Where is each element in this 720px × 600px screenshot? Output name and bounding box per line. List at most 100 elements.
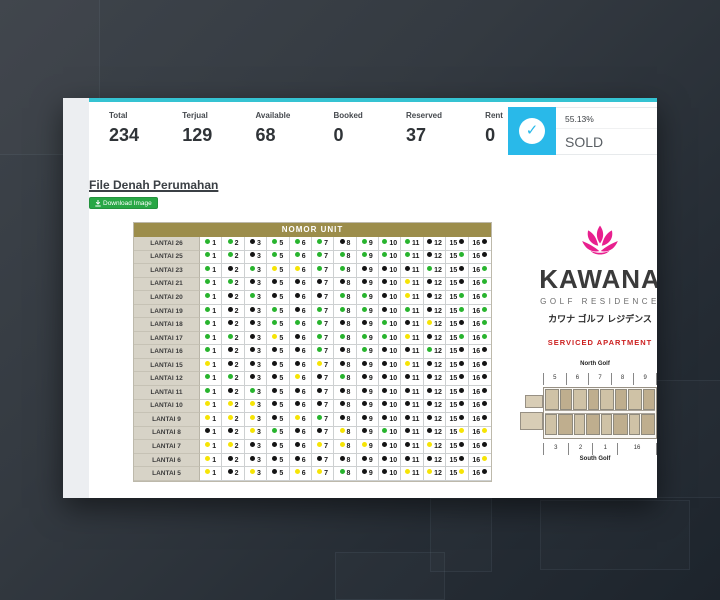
status-dot-available [361,292,367,298]
status-dot-terjual-sold [361,320,367,326]
status-dot-terjual-sold [361,387,367,393]
unit-number: 2 [234,348,239,356]
floor-row: LANTAI 6 1 2 3 5 6 7 8 9 10 11 12 15 16 [134,453,491,468]
unit-number: 3 [257,253,261,261]
unit-number: 10 [389,388,398,396]
status-dot-reserved [339,441,345,447]
status-dot-terjual-sold [250,455,255,461]
unit-cell: 5 [267,304,290,319]
status-dot-reserved [294,374,300,380]
unit-cell: 10 [379,304,402,319]
status-dot-terjual-sold [272,401,278,407]
unit-number: 11 [411,470,420,478]
status-dot-terjual-sold [317,428,323,434]
status-dot-terjual-sold [482,441,488,447]
status-dot-terjual-sold [250,279,255,285]
status-dot-terjual-sold [250,252,255,258]
status-dot-reserved [339,428,345,434]
status-dot-terjual-sold [294,428,300,434]
floor-label: LANTAI 5 [134,467,200,481]
status-dot-terjual-sold [250,347,255,353]
status-dot-terjual-sold [427,306,433,312]
status-dot-terjual-sold [459,320,465,326]
unit-cell: 10 [379,372,402,387]
unit-number: 10 [389,402,398,410]
unit-cell: 16 [468,386,491,400]
unit-cell: 8 [334,277,357,292]
unit-cell: 11 [401,277,424,292]
status-dot-reserved [404,333,410,339]
unit-cell: 10 [379,413,402,427]
unit-cell: 12 [423,386,447,400]
plan-top-numbers: 56789 [543,373,657,385]
unit-cell: 12 [423,304,447,319]
unit-number: 6 [301,334,306,342]
stat-booked: Booked 0 [333,111,362,146]
status-dot-available [459,292,465,298]
unit-number: 11 [411,239,420,247]
status-dot-terjual-sold [361,401,367,407]
unit-number: 6 [301,307,306,315]
unit-number: 6 [301,429,306,437]
status-dot-terjual-sold [382,292,388,298]
unit-number: 12 [434,321,442,329]
unit-cell: 9 [356,358,380,373]
status-dot-available [205,292,211,298]
unit-number: 8 [346,293,351,301]
unit-number: 8 [346,388,351,396]
status-dot-available [227,333,233,339]
unit-cell: 2 [222,291,245,305]
floorplan-room [600,389,614,410]
unit-cell: 9 [356,372,380,387]
unit-number: 6 [301,321,306,329]
status-dot-terjual-sold [404,455,410,461]
unit-number: 8 [346,402,351,410]
unit-cell: 3 [244,304,268,319]
unit-cell: 11 [401,453,424,468]
download-image-button[interactable]: Download Image [89,197,158,209]
status-dot-terjual-sold [382,469,388,475]
unit-number: 8 [346,239,351,247]
page-left-gutter [63,98,89,498]
unit-number: 12 [434,293,442,301]
unit-cell: 7 [311,358,335,373]
status-dot-available [294,238,300,244]
unit-cell: 8 [334,264,357,278]
unit-number: 10 [389,334,398,342]
unit-cell: 15 [446,358,469,373]
floor-label: LANTAI 17 [134,331,200,346]
unit-number: 16 [472,415,481,423]
stat-value: 0 [333,125,344,145]
plan-south-label: South Golf [579,456,611,462]
unit-number: 10 [389,239,398,247]
status-dot-available [205,265,211,271]
status-dot-terjual-sold [227,455,233,461]
unit-number: 10 [389,280,398,288]
floor-row: LANTAI 16 1 2 3 5 6 7 8 9 10 11 12 15 16 [134,345,491,359]
download-icon [95,199,101,207]
status-dot-available [482,292,488,298]
unit-cell: 11 [401,331,424,346]
status-dot-reserved [404,360,410,366]
unit-number: 8 [346,280,351,288]
unit-number: 5 [279,253,284,261]
unit-number: 15 [449,442,458,450]
floor-row: LANTAI 23 1 2 3 5 6 7 8 9 10 11 12 15 16 [134,264,491,278]
unit-number: 5 [279,442,284,450]
unit-cell: 1 [200,467,223,481]
unit-number: 3 [257,280,261,288]
unit-number: 7 [324,415,329,423]
unit-cell: 11 [401,237,424,251]
unit-cell: 7 [311,453,335,468]
floor-label: LANTAI 23 [134,264,200,278]
status-dot-available [272,306,278,312]
status-dot-available [272,320,278,326]
unit-cell: 16 [468,427,491,441]
unit-cell: 6 [289,426,312,441]
unit-number: 2 [234,361,239,369]
unit-cell: 11 [401,440,424,454]
status-dot-reserved [272,265,278,271]
unit-number: 6 [301,361,306,369]
unit-number: 2 [234,470,239,478]
unit-number: 8 [346,307,351,315]
